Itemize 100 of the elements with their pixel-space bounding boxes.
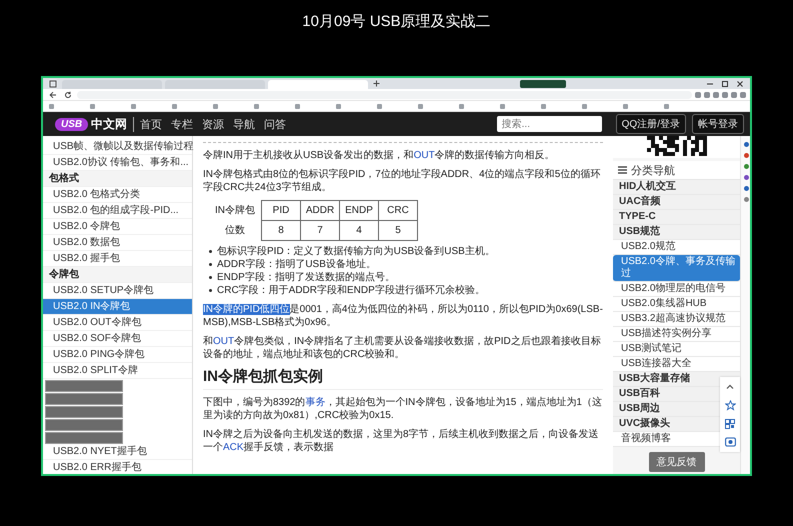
bookmark-icon[interactable] [500,104,505,108]
logo-badge[interactable]: USB [55,118,88,130]
paragraph-text: IN令牌的PID低四位是0001，高4位为低四位的补码，所以为0110，所以包PID为0x69(LSB-MSB),MSB-LSB格式为0x96。 [203,303,603,329]
section-heading: 令牌包 [43,267,192,283]
text-link[interactable]: ACK [223,442,244,453]
bullet-icon [209,250,212,253]
search-field[interactable]: 搜索... [496,116,602,132]
sidebar-item[interactable]: USB帧、微帧以及数据传输过程 [43,139,192,155]
list-item-text: 包标识字段PID：定义了数据传输方向为USB设备到USB主机。 [217,245,495,258]
address-field[interactable] [77,90,692,98]
paragraph-text: IN令牌之后为设备向主机发送的数据，这里为8字节，后续主机收到数据之后，向设备发送一个ACK握手反馈，表示数据 [203,428,600,454]
nav-link[interactable]: 资源 [202,116,224,132]
notification-thumbnail[interactable] [45,406,123,418]
bookmark-icon[interactable] [49,104,54,108]
table-cell: PID [262,200,300,220]
text-link[interactable]: OUT [213,336,234,347]
category-item[interactable]: USB连接器大全 [613,357,740,372]
row-header: 位数 [209,220,262,240]
sidebar-item[interactable]: USB2.0 PING令牌包 [43,347,192,363]
category-item[interactable]: USB2.0规范 [613,240,740,255]
table-cell: ADDR [300,200,340,220]
back-icon[interactable] [49,90,57,98]
sidebar-item[interactable]: USB2.0 包格式分类 [43,187,192,203]
notification-thumbnail[interactable] [45,419,123,431]
table-cell: 4 [340,220,378,240]
bookmark-icon[interactable] [90,104,95,108]
qr-code [646,136,706,156]
bookmark-icon[interactable] [418,104,423,108]
bookmark-icon[interactable] [582,104,587,108]
sidebar-item[interactable]: USB2.0 数据包 [43,235,192,251]
nav-link[interactable]: 专栏 [171,116,194,132]
bookmark-icon[interactable] [172,104,177,108]
message-icon[interactable] [724,437,736,447]
table-cell: ENDP [340,200,378,220]
login-button[interactable]: 帐号登录 [692,114,744,134]
bookmark-icon[interactable] [623,104,628,108]
star-icon[interactable] [724,400,736,411]
close-icon[interactable] [736,80,744,88]
sidebar-item[interactable]: USB2.0 SPLIT令牌 [43,363,192,379]
bookmark-icon[interactable] [336,104,341,108]
sidebar-app-icon[interactable] [744,164,748,169]
bookmark-icon[interactable] [459,104,464,108]
nav-link[interactable]: 问答 [264,116,286,132]
paragraph-text: IN令牌包格式由8位的包标识字段PID，7位的地址字段ADDR、4位的端点字段和5位的循环字段CRC共24位3字节组成。 [203,168,602,194]
nav-link[interactable]: 首页 [140,116,162,132]
notification-thumbnail[interactable] [45,393,123,405]
sidebar-app-icon[interactable] [744,197,748,202]
notification-thumbnail[interactable] [45,380,123,392]
text-link[interactable]: 事务 [305,397,326,408]
section-title: 分类导航 [631,164,675,178]
sidebar-app-icon[interactable] [744,186,748,191]
category-item[interactable]: USB测试笔记 [613,342,740,357]
sidebar-app-icon[interactable] [744,142,748,147]
notification-thumbnail[interactable] [45,432,123,444]
table-cell: 5 [378,220,418,240]
login-button[interactable]: QQ注册/登录 [616,114,686,134]
category-item[interactable]: USB规范 [613,225,740,240]
category-item[interactable]: USB大容量存储 [613,372,740,387]
bookmark-icon[interactable] [213,104,218,108]
category-item[interactable]: USB2.0集线器HUB [613,297,740,312]
category-item[interactable]: USB2.0令牌、事务及传输过 [613,255,740,282]
maximize-icon[interactable] [721,80,729,88]
category-item[interactable]: HID人机交互 [613,180,740,195]
paragraph-text: 令牌IN用于主机接收从USB设备发出的数据，和OUT令牌的数据传输方向相反。 [203,149,556,162]
category-item[interactable]: TYPE-C [613,210,740,225]
sidebar-item[interactable]: USB2.0 NYET握手包 [43,444,192,460]
sidebar-item[interactable]: USB2.0 SOF令牌包 [43,331,192,347]
feedback-button[interactable]: 意见反馈 [648,452,704,472]
bookmark-icon[interactable] [541,104,546,108]
refresh-icon[interactable] [64,90,72,98]
category-item[interactable]: USB描述符实例分享 [613,327,740,342]
text-link[interactable]: OUT [414,150,435,161]
sidebar-item[interactable]: USB2.0 IN令牌包 [43,299,192,315]
category-item[interactable]: USB3.2超高速协议规范 [613,312,740,327]
sidebar-app-icon[interactable] [744,153,748,158]
bookmark-icon[interactable] [254,104,259,108]
table-cell: 8 [262,220,300,240]
bookmark-icon[interactable] [377,104,382,108]
new-tab-icon[interactable] [373,80,380,87]
category-item[interactable]: USB2.0物理层的电信号 [613,282,740,297]
sidebar-item[interactable]: USB2.0 包的组成字段-PID... [43,203,192,219]
bookmark-icon[interactable] [295,104,300,108]
logo-text[interactable]: 中文网 [91,116,128,132]
list-item-text: CRC字段：用于ADDR字段和ENDP字段进行循环冗余校验。 [217,284,485,297]
list-item-text: ADDR字段：指明了USB设备地址。 [217,258,376,271]
sidebar-item[interactable]: USB2.0 ERR握手包 [43,460,192,474]
table-cell: 7 [300,220,340,240]
sidebar-item[interactable]: USB2.0 OUT令牌包 [43,315,192,331]
qr-code-icon[interactable] [725,419,735,429]
row-header: IN令牌包 [209,200,262,220]
bullet-icon [209,276,212,279]
category-item[interactable]: UAC音频 [613,195,740,210]
sidebar-item[interactable]: USB2.0 令牌包 [43,219,192,235]
bookmark-icon[interactable] [131,104,136,108]
sidebar-app-icon[interactable] [744,175,748,180]
bullet-icon [209,289,212,292]
bookmark-icon[interactable] [664,104,669,108]
bullet-icon [209,263,212,266]
window-menu-icon[interactable] [49,80,57,88]
nav-link[interactable]: 导航 [233,116,256,132]
